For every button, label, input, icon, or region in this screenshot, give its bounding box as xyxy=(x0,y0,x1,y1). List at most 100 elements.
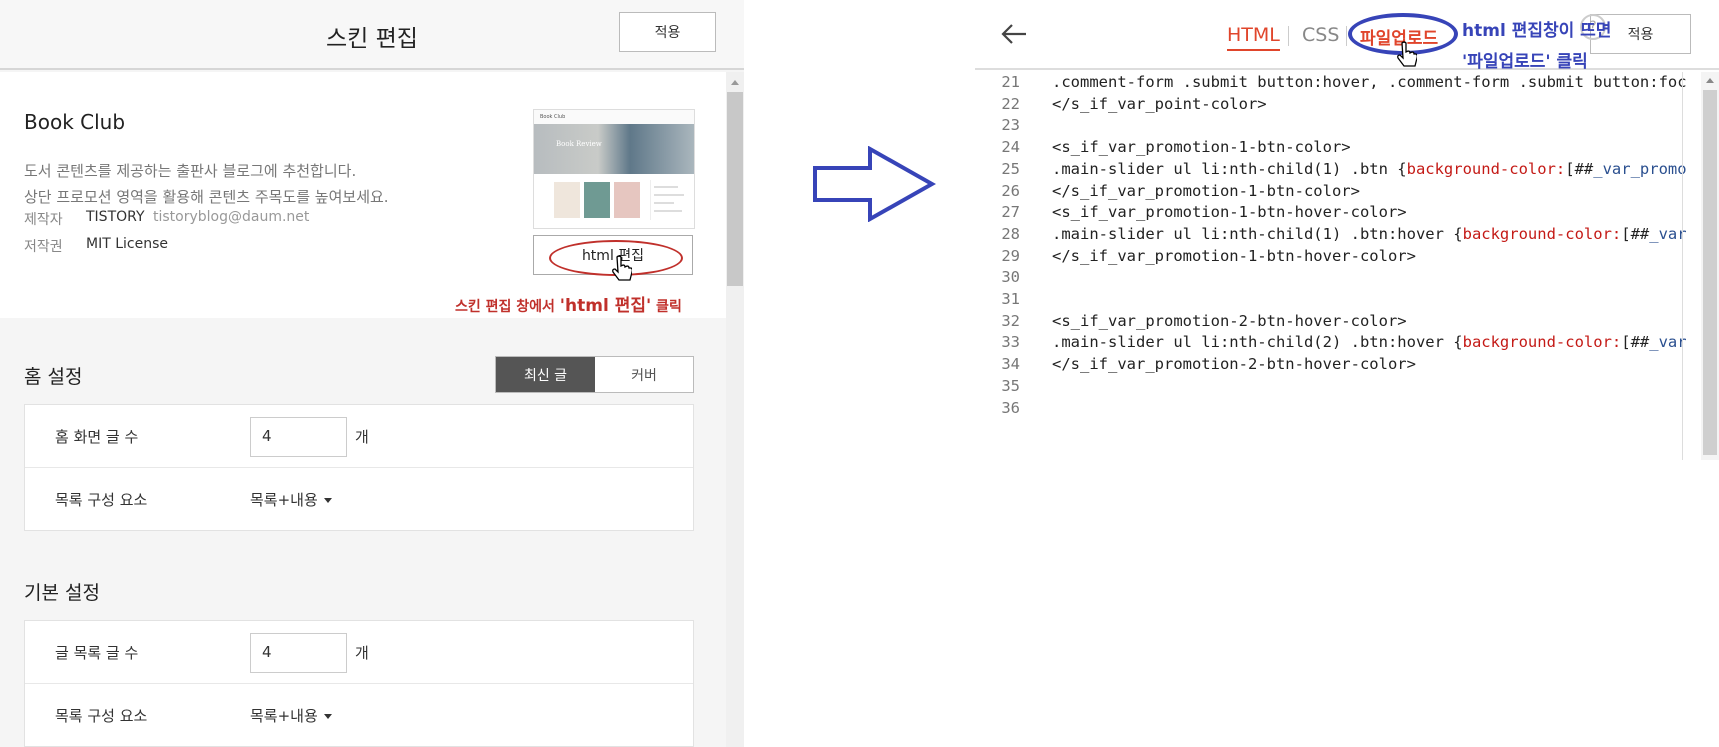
code-text: <s_if_var_promotion-1-btn-hover-color> xyxy=(1052,203,1407,221)
code-line: 22 </s_if_var_point-color> xyxy=(975,95,1685,119)
annotation-bold: 'html 편집' xyxy=(559,296,652,316)
code-line: 23 xyxy=(975,116,1685,140)
code-text: </s_if_var_promotion-2-btn-hover-color> xyxy=(1052,355,1416,373)
line-number: 23 xyxy=(1001,116,1020,135)
list-post-count-input[interactable]: 4 xyxy=(250,633,347,673)
line-number: 34 xyxy=(1001,355,1020,374)
list-element-label: 목록 구성 요소 xyxy=(55,707,148,725)
scroll-up-icon[interactable] xyxy=(1706,78,1714,83)
code-text: .main-slider ul li:nth-child(1) .btn:hov… xyxy=(1052,225,1687,243)
code-token: [## xyxy=(1621,224,1650,243)
maker-name: TISTORY xyxy=(86,209,145,225)
basic-settings-box: 글 목록 글 수 4 개 목록 구성 요소 목록+내용 xyxy=(24,620,694,747)
list-element-select[interactable]: 목록+내용 xyxy=(250,705,332,726)
back-arrow-icon[interactable] xyxy=(1000,22,1028,46)
code-line: 35 xyxy=(975,377,1685,401)
line-number: 32 xyxy=(1001,311,1020,330)
skin-edit-header: 스킨 편집 적용 xyxy=(0,0,744,70)
code-line: 34 </s_if_var_promotion-2-btn-hover-color… xyxy=(975,355,1685,379)
thumbnail-card xyxy=(554,182,580,218)
apply-button[interactable]: 적용 xyxy=(619,12,716,52)
scrollbar-thumb[interactable] xyxy=(727,92,743,286)
code-text: .main-slider ul li:nth-child(2) .btn:hov… xyxy=(1052,333,1687,351)
code-token: [## xyxy=(1565,159,1594,178)
maker-email: tistoryblog@daum.net xyxy=(152,209,310,225)
html-editor-panel: HTML CSS 파일업로드 적용 ? html 편집창이 뜨면 '파일업로드'… xyxy=(975,0,1719,460)
thumbnail-line xyxy=(654,202,674,204)
unit-label: 개 xyxy=(355,428,369,446)
line-number: 31 xyxy=(1001,290,1020,308)
skin-thumbnail: Book Club Book Review xyxy=(533,109,695,229)
code-line: 24 <s_if_var_promotion-1-btn-color> xyxy=(975,138,1685,162)
html-editor-header: HTML CSS 파일업로드 적용 ? html 편집창이 뜨면 '파일업로드'… xyxy=(975,0,1719,72)
tab-html[interactable]: HTML xyxy=(1227,24,1280,51)
step2-annotation-line: '파일업로드' 클릭 xyxy=(1462,52,1588,72)
line-number: 24 xyxy=(1001,138,1020,157)
home-settings-title: 홈 설정 xyxy=(24,366,83,388)
maker-value: TISTORY tistoryblog@daum.net xyxy=(86,209,309,225)
unit-label: 개 xyxy=(355,644,369,662)
code-token: </s_if_var_promotion-1-btn-hover-color> xyxy=(1052,246,1416,265)
seg-latest-posts[interactable]: 최신 글 xyxy=(496,357,595,392)
code-editor[interactable]: 21 .comment-form .submit button:hover, .c… xyxy=(975,72,1719,460)
line-number: 30 xyxy=(1001,268,1020,287)
maker-key: 제작자 xyxy=(24,212,63,228)
thumbnail-line xyxy=(654,194,684,196)
code-line: 28 .main-slider ul li:nth-child(1) .btn:h… xyxy=(975,224,1687,249)
code-line: 36 xyxy=(975,399,1685,423)
code-text: .comment-form .submit button:hover, .com… xyxy=(1052,73,1687,91)
list-element-select[interactable]: 목록+내용 xyxy=(250,489,332,510)
line-number: 25 xyxy=(1001,159,1020,178)
scroll-up-icon[interactable] xyxy=(731,80,739,85)
list-element-label: 목록 구성 요소 xyxy=(55,491,148,509)
list-post-count-label: 글 목록 글 수 xyxy=(55,644,139,662)
code-line: 25 .main-slider ul li:nth-child(1) .btn {… xyxy=(975,159,1687,184)
code-token: </s_if_var_point-color> xyxy=(1052,94,1267,113)
skin-name: Book Club xyxy=(24,110,126,134)
code-line: 33 .main-slider ul li:nth-child(2) .btn:h… xyxy=(975,333,1687,357)
select-value: 목록+내용 xyxy=(250,707,318,725)
step1-annotation: 스킨 편집 창에서 'html 편집' 클릭 xyxy=(455,291,682,316)
code-token: background-color: xyxy=(1462,333,1622,352)
code-line: 26 </s_if_var_promotion-1-btn-color> xyxy=(975,182,1685,206)
skin-description-line: 상단 프로모션 영역을 활용해 콘텐츠 주목도를 높여보세요. xyxy=(24,188,389,206)
seg-cover[interactable]: 커버 xyxy=(595,357,693,392)
code-token: </s_if_var_promotion-1-btn-color> xyxy=(1052,181,1360,200)
scrollbar-thumb[interactable] xyxy=(1703,90,1717,455)
divider xyxy=(25,467,693,468)
code-line: 21 .comment-form .submit button:hover, .c… xyxy=(975,73,1687,97)
code-text: <s_if_var_promotion-2-btn-hover-color> xyxy=(1052,312,1407,330)
code-token: <s_if_var_promotion-2-btn-hover-color> xyxy=(1052,311,1407,330)
code-line: 29 </s_if_var_promotion-1-btn-hover-color… xyxy=(975,247,1685,271)
thumbnail-line xyxy=(654,210,682,212)
hand-cursor-icon xyxy=(1397,41,1417,67)
code-token: <s_if_var_promotion-1-btn-color> xyxy=(1052,138,1351,157)
home-post-count-input[interactable]: 4 xyxy=(250,417,347,457)
annotation-suffix: 클릭 xyxy=(651,299,682,315)
code-token: _var_promo xyxy=(1593,159,1687,178)
home-type-toggle[interactable]: 최신 글 커버 xyxy=(495,356,694,393)
code-token: .main-slider ul li:nth-child(2) .btn:hov… xyxy=(1052,333,1463,352)
thumbnail-card xyxy=(584,182,610,218)
line-number: 27 xyxy=(1001,203,1020,222)
line-number: 22 xyxy=(1001,94,1020,113)
code-token: [## xyxy=(1621,333,1650,352)
tab-separator xyxy=(1346,26,1347,46)
code-text: <s_if_var_promotion-1-btn-color> xyxy=(1052,138,1351,156)
skin-description-line: 도서 콘텐츠를 제공하는 출판사 블로그에 추천합니다. xyxy=(24,162,357,180)
line-number: 26 xyxy=(1001,181,1020,200)
code-text: </s_if_var_promotion-1-btn-color> xyxy=(1052,182,1360,200)
code-token: _var xyxy=(1649,224,1687,243)
code-text: .main-slider ul li:nth-child(1) .btn {ba… xyxy=(1052,160,1687,178)
line-number: 28 xyxy=(1001,224,1020,243)
tab-css[interactable]: CSS xyxy=(1302,24,1339,46)
code-token: background-color: xyxy=(1462,224,1622,243)
code-line: 32 <s_if_var_promotion-2-btn-hover-color> xyxy=(975,312,1685,336)
thumbnail-title: Book Club xyxy=(534,110,694,124)
line-number: 29 xyxy=(1001,246,1020,265)
divider xyxy=(25,683,693,684)
home-post-count-label: 홈 화면 글 수 xyxy=(55,428,139,446)
thumbnail-line xyxy=(654,186,678,188)
line-number: 33 xyxy=(1001,333,1020,352)
license-key: 저작권 xyxy=(24,239,63,255)
